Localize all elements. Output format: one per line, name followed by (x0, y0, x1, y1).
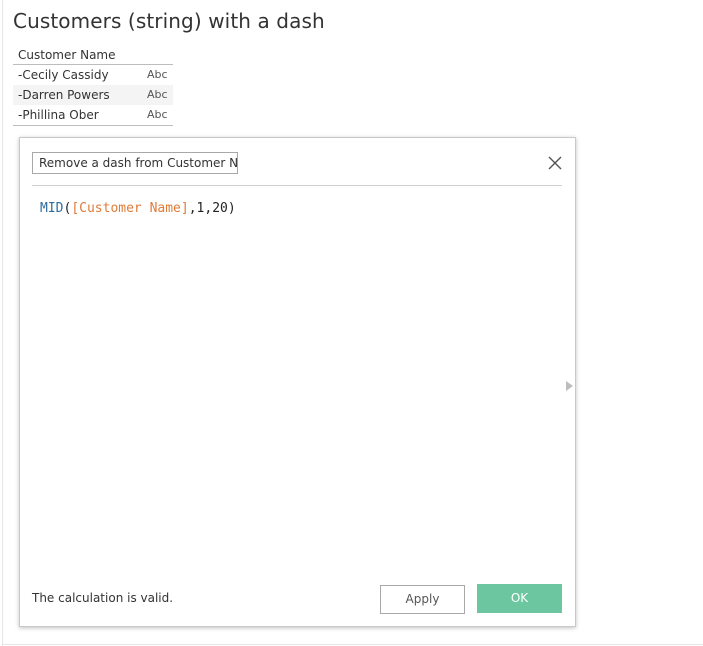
abc-value-cell: Abc (147, 68, 168, 81)
table-row[interactable]: -Phillina Ober Abc (13, 105, 173, 126)
formula-function-token: MID (40, 201, 64, 216)
customer-name-cell: -Cecily Cassidy (18, 68, 109, 82)
sheet-title: Customers (string) with a dash (13, 9, 325, 33)
calculation-name-input[interactable] (32, 152, 238, 174)
expand-functions-button[interactable] (565, 376, 573, 391)
apply-button[interactable]: Apply (380, 585, 465, 614)
formula-field-token: [Customer Name] (71, 201, 189, 216)
close-icon (548, 156, 562, 170)
abc-value-cell: Abc (147, 88, 168, 101)
close-button[interactable] (546, 154, 564, 172)
column-header-customer-name[interactable]: Customer Name (13, 46, 173, 65)
customer-name-cell: -Phillina Ober (18, 108, 99, 122)
dialog-header-divider (32, 185, 562, 186)
table-row[interactable]: -Darren Powers Abc (13, 85, 173, 105)
ok-button[interactable]: OK (477, 584, 562, 613)
validation-status: The calculation is valid. (32, 591, 174, 605)
formula-close-paren: ) (227, 201, 236, 216)
workbook-page: Customers (string) with a dash Customer … (0, 0, 703, 646)
customer-table: Customer Name -Cecily Cassidy Abc -Darre… (13, 46, 173, 126)
abc-value-cell: Abc (147, 108, 168, 121)
pane-border-left (2, 0, 3, 646)
calculation-editor-dialog: MID([Customer Name],1,20) The calculatio… (19, 137, 576, 627)
formula-arguments: ,1,20 (188, 201, 228, 216)
formula-editor[interactable]: MID([Customer Name],1,20) (40, 200, 236, 218)
triangle-right-icon (566, 381, 573, 391)
table-row[interactable]: -Cecily Cassidy Abc (13, 65, 173, 85)
customer-name-cell: -Darren Powers (18, 88, 110, 102)
pane-border-bottom (2, 644, 703, 645)
